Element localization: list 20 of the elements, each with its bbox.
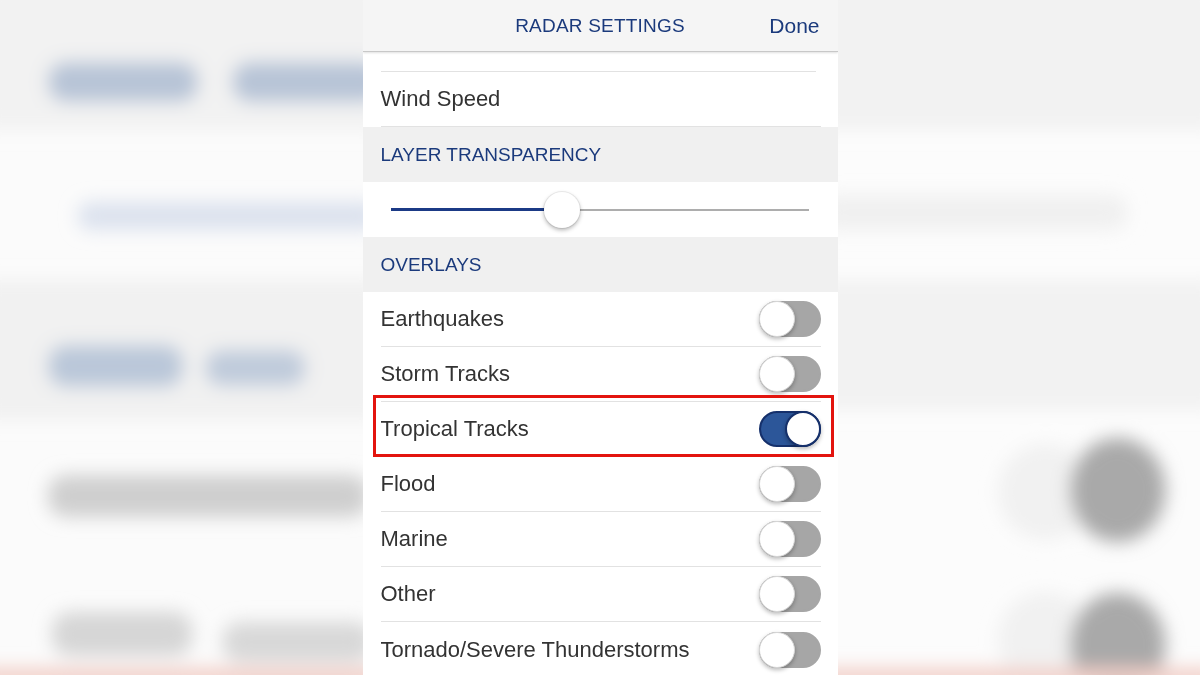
section-heading: LAYER TRANSPARENCY	[362, 127, 838, 182]
toggle-switch[interactable]	[758, 631, 821, 668]
slider-thumb[interactable]	[543, 191, 580, 228]
overlay-label: Marine	[380, 526, 448, 552]
overlay-label: Other	[380, 581, 436, 607]
section-heading: OVERLAYS	[362, 237, 838, 292]
overlay-label: Storm Tracks	[380, 361, 511, 387]
toggle-switch[interactable]	[758, 521, 821, 557]
overlay-label: Earthquakes	[380, 306, 505, 332]
layer-item[interactable]: Wind Speed	[380, 86, 501, 112]
overlay-label: Flood	[380, 471, 436, 497]
overlay-label: Tropical Tracks	[380, 416, 529, 442]
screen-title: RADAR SETTINGS	[515, 14, 685, 37]
done-button[interactable]: Done	[767, 11, 822, 40]
toggle-switch[interactable]	[758, 411, 821, 447]
toggle-switch[interactable]	[758, 576, 821, 612]
overlay-label: Tornado/Severe Thunderstorms	[380, 636, 690, 663]
toggle-switch[interactable]	[758, 301, 821, 337]
toggle-switch[interactable]	[758, 356, 821, 392]
toggle-switch[interactable]	[758, 466, 821, 502]
